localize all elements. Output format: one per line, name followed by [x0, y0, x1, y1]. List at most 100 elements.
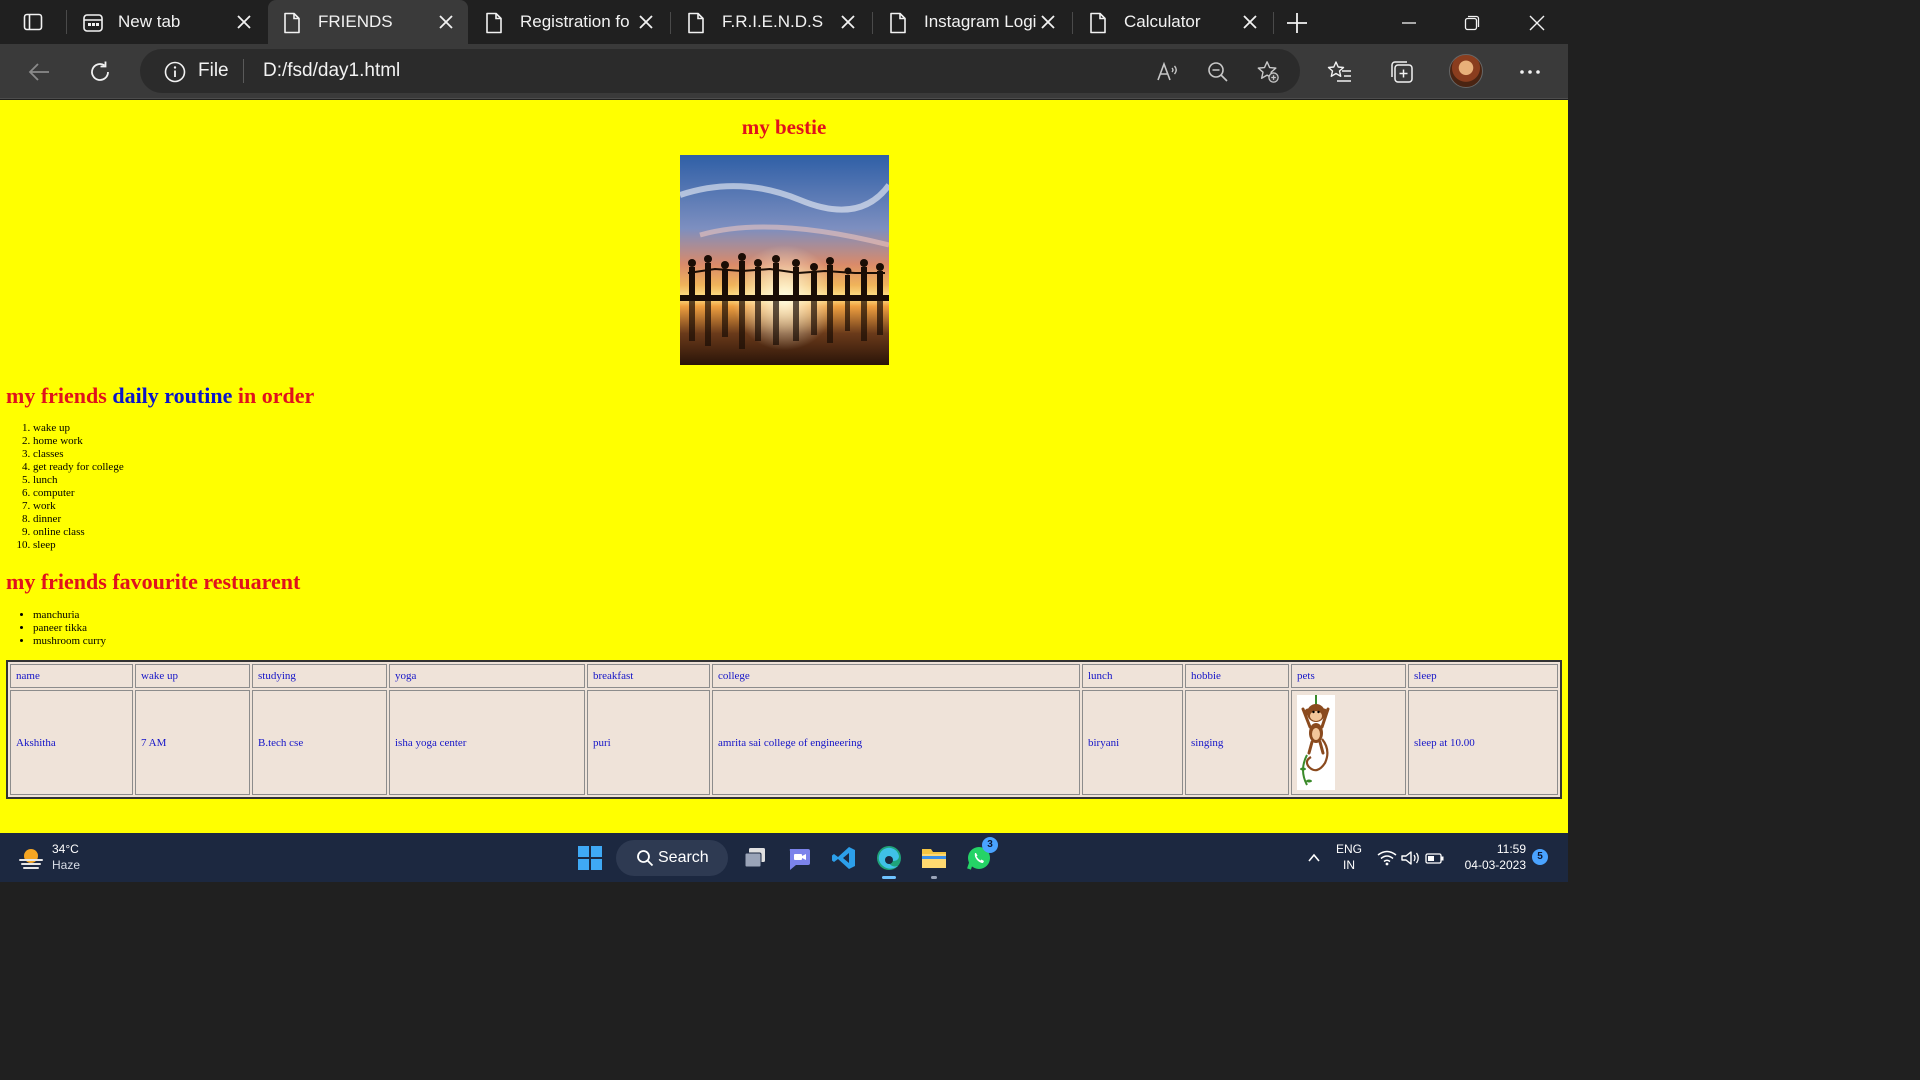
routine-list: wake up home work classes get ready for … [33, 422, 124, 552]
address-divider [243, 59, 244, 83]
chevron-up-icon [1308, 853, 1320, 862]
show-hidden-icons-button[interactable] [1304, 843, 1324, 873]
list-item: computer [33, 487, 124, 500]
active-indicator [882, 876, 896, 879]
restore-icon [1464, 15, 1480, 31]
collections-button[interactable] [1388, 58, 1416, 86]
whatsapp-button[interactable]: 3 [962, 837, 998, 875]
volume-icon [1401, 851, 1419, 865]
tab-registration[interactable]: Registration fo [470, 0, 668, 44]
add-favorite-icon[interactable] [1256, 60, 1280, 84]
tab-actions-icon[interactable] [18, 10, 48, 34]
profile-avatar[interactable] [1449, 54, 1483, 88]
list-item: dinner [33, 513, 124, 526]
list-item: get ready for college [33, 461, 124, 474]
close-icon[interactable] [838, 12, 858, 32]
close-icon[interactable] [1240, 12, 1260, 32]
minimize-icon [1402, 22, 1416, 24]
table-header-cell: sleep [1408, 664, 1558, 688]
table-header-cell: studying [252, 664, 387, 688]
table-cell: Akshitha [10, 690, 133, 795]
settings-menu-button[interactable] [1516, 58, 1544, 86]
tab-instagram[interactable]: Instagram Logi [874, 0, 1070, 44]
system-tray-status[interactable] [1376, 843, 1446, 873]
table-cell: singing [1185, 690, 1289, 795]
list-item: mushroom curry [33, 635, 106, 648]
running-indicator [931, 876, 937, 879]
list-item: manchuria [33, 609, 106, 622]
routine-heading-part1: my friends [6, 383, 107, 408]
list-item: online class [33, 526, 124, 539]
back-button[interactable] [25, 58, 53, 86]
table-cell: sleep at 10.00 [1408, 690, 1558, 795]
file-explorer-button[interactable] [917, 841, 951, 879]
minimize-button[interactable] [1396, 10, 1422, 36]
collections-icon [1391, 61, 1413, 83]
refresh-button[interactable] [86, 58, 114, 86]
table-cell: puri [587, 690, 710, 795]
tab-title: New tab [118, 12, 181, 31]
list-item: classes [33, 448, 124, 461]
table-cell: 7 AM [135, 690, 250, 795]
document-icon [484, 12, 504, 34]
read-aloud-icon[interactable] [1156, 60, 1180, 84]
favorites-icon [1327, 61, 1351, 82]
table-header-cell: lunch [1082, 664, 1183, 688]
zoom-out-icon[interactable] [1206, 60, 1230, 84]
close-window-button[interactable] [1524, 10, 1550, 36]
clock-time: 11:59 [1496, 842, 1526, 856]
address-bar[interactable]: File D:/fsd/day1.html [140, 49, 1300, 93]
close-icon[interactable] [436, 12, 456, 32]
taskbar: 34°C Haze Search 3 ENG IN 11:59 04-03-20… [0, 833, 1568, 882]
teams-chat-button[interactable] [782, 841, 816, 875]
weather-description: Haze [52, 858, 81, 872]
tab-divider [66, 10, 67, 34]
table-header-cell: breakfast [587, 664, 710, 688]
tab-friends[interactable]: FRIENDS [268, 0, 468, 44]
refresh-icon [91, 61, 109, 81]
favorites-button[interactable] [1326, 58, 1354, 86]
maximize-button[interactable] [1459, 10, 1485, 36]
tab-new-tab[interactable]: New tab [68, 0, 266, 44]
close-icon[interactable] [636, 12, 656, 32]
address-url[interactable]: D:/fsd/day1.html [263, 60, 400, 82]
list-item: home work [33, 435, 124, 448]
table-header-row: name wake up studying yoga breakfast col… [10, 664, 1558, 688]
edge-button[interactable] [872, 841, 906, 879]
language-indicator[interactable]: ENG IN [1334, 841, 1364, 873]
browser-toolbar: File D:/fsd/day1.html [0, 44, 1568, 99]
document-icon [1088, 12, 1108, 34]
notification-badge[interactable]: 5 [1532, 849, 1548, 865]
table-header-cell: name [10, 664, 133, 688]
close-icon[interactable] [234, 12, 254, 32]
vscode-button[interactable] [827, 841, 861, 875]
friends-sunset-image [680, 155, 889, 365]
haze-icon [18, 845, 44, 871]
new-tab-button[interactable] [1284, 10, 1310, 36]
chat-icon [789, 849, 810, 870]
routine-heading-part3: in order [237, 383, 315, 408]
clock[interactable]: 11:59 04-03-2023 [1456, 841, 1526, 873]
info-icon[interactable] [164, 61, 186, 83]
arrow-left-icon [28, 63, 49, 81]
whatsapp-badge: 3 [982, 837, 998, 853]
address-scheme: File [198, 60, 229, 81]
task-view-icon [744, 848, 765, 868]
table-row: Akshitha 7 AM B.tech cse isha yoga cente… [10, 690, 1558, 795]
search-icon [636, 849, 654, 867]
weather-widget[interactable]: 34°C Haze [18, 841, 118, 875]
close-icon[interactable] [1038, 12, 1058, 32]
start-button[interactable] [573, 841, 607, 875]
windows-icon [578, 846, 602, 870]
table-cell: isha yoga center [389, 690, 585, 795]
tab-friends-dotted[interactable]: F.R.I.E.N.D.S [672, 0, 870, 44]
tab-divider [1273, 12, 1274, 34]
tab-divider [1072, 12, 1073, 34]
list-item: wake up [33, 422, 124, 435]
page-content: my bestie my friends daily routine in or… [0, 100, 1568, 833]
tab-calculator[interactable]: Calculator [1074, 0, 1272, 44]
more-icon [1520, 70, 1540, 74]
routine-table: name wake up studying yoga breakfast col… [6, 660, 1562, 799]
taskbar-search[interactable]: Search [616, 840, 728, 876]
task-view-button[interactable] [738, 841, 772, 875]
